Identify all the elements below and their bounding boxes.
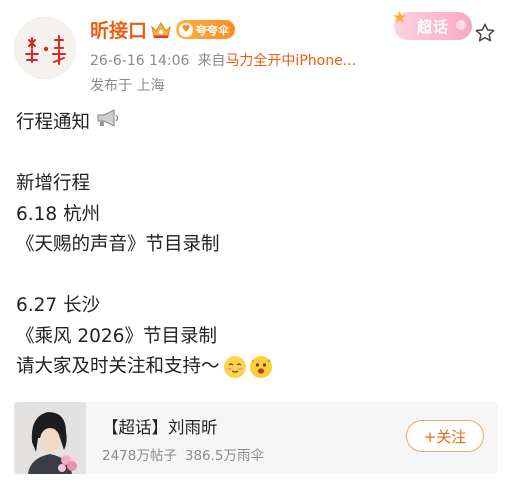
supertopic-tag-label: 超话 [416,17,449,36]
avatar[interactable] [14,17,76,79]
topic-umbrella-count: 386.5万雨伞 [184,448,265,464]
source-prefix: 来自 [197,53,226,69]
post-line-text: 请大家及时关注和支持～ [16,356,220,377]
crown-badge-icon[interactable] [150,20,172,40]
supertopic-card[interactable]: 【超话】刘雨昕 2478万帖子 386.5万雨伞 +关注 [14,402,498,474]
post-line: 新增行程 [16,173,91,194]
post-line: 行程通知 [16,108,496,139]
post-header: 昕接口 ♥ 夸夸伞 26-6-16 14:06 来自马力全开中iPhone... … [0,0,512,100]
bubble-icon [456,20,466,30]
source-link[interactable]: 马力全开中iPhone... [225,53,356,69]
topic-stats: 2478万帖子 386.5万雨伞 [102,444,264,464]
post-line: 《天赐的声音》节目录制 [16,234,220,255]
post-line: 请大家及时关注和支持～ [16,352,496,383]
ornamental-seal-avatar-icon [25,35,66,65]
post-line: 6.18 杭州 [16,203,101,225]
sparkle-icon: ★ [392,8,408,28]
topic-title[interactable]: 【超话】刘雨昕 [102,414,218,438]
post-location: 发布于 上海 [90,78,165,94]
post-line: 6.27 长沙 [16,295,101,316]
post-timestamp: 26-6-16 14:06 [90,53,190,69]
post-body: 行程通知 新增行程 6.18 杭州 《天赐的声音》节目录制 6.27 长沙 《乘… [16,108,496,383]
megaphone-icon [96,108,120,139]
topic-post-count: 2478万帖子 [102,448,177,464]
post-line-text: 行程通知 [16,112,91,133]
post-line: 《乘风 2026》节目录制 [16,325,217,347]
follow-button[interactable]: +关注 [406,420,484,452]
excited-emoji-icon [249,356,272,379]
post-meta: 26-6-16 14:06 来自马力全开中iPhone... [90,50,356,70]
blush-emoji-icon [223,356,246,379]
topic-thumbnail [14,402,86,474]
heart-icon: ♥ [179,22,193,37]
supertopic-tag[interactable]: ★ 超话 [392,8,472,40]
star-outline-icon[interactable] [474,22,496,44]
support-badge[interactable]: ♥ 夸夸伞 [176,20,235,39]
support-badge-label: 夸夸伞 [196,23,229,37]
username[interactable]: 昕接口 [90,16,147,43]
